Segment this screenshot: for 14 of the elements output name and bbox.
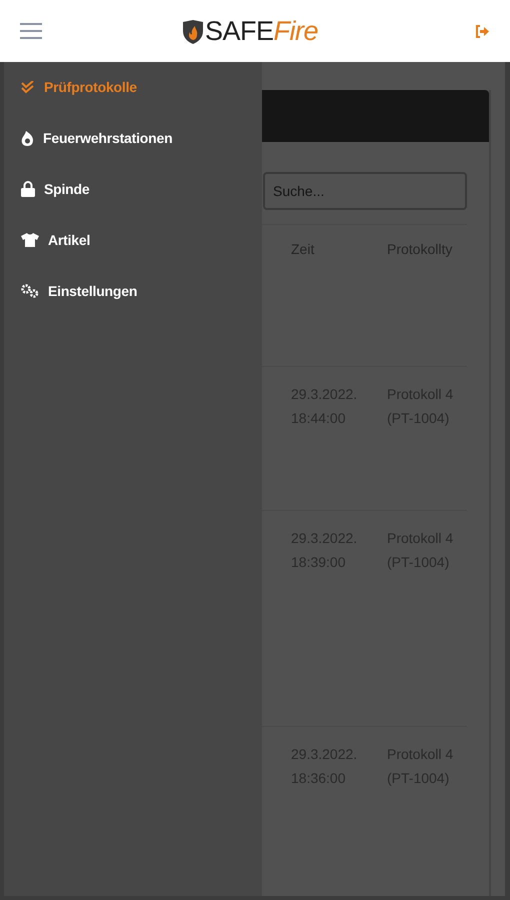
shirt-icon (21, 233, 39, 247)
logout-icon[interactable] (475, 24, 490, 38)
shield-flame-icon (182, 20, 204, 44)
double-check-icon (21, 80, 35, 94)
app-logo: SAFEFire (205, 18, 318, 45)
search-field[interactable]: Suche... (263, 172, 467, 210)
menu-icon[interactable] (20, 23, 42, 39)
flame-icon (21, 130, 34, 146)
drawer-item[interactable]: Feuerwehrstationen (4, 126, 262, 150)
gears-icon (21, 284, 39, 298)
drawer-item[interactable]: Artikel (4, 228, 262, 252)
drawer-item[interactable]: Einstellungen (4, 279, 262, 303)
drawer-item[interactable]: Spinde (4, 177, 262, 201)
lock-icon (21, 181, 35, 197)
